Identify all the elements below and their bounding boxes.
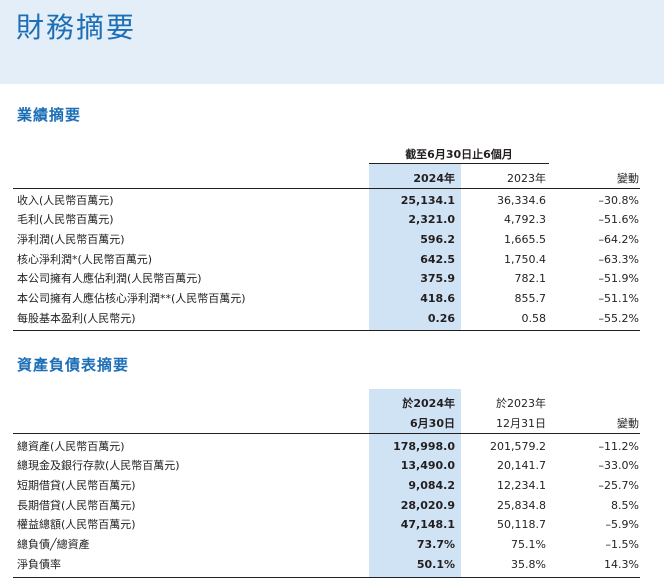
value-prior: 75.1%	[511, 538, 546, 551]
bal-header-rule	[13, 433, 640, 434]
value-current: 73.7%	[416, 538, 455, 551]
value-current: 28,020.9	[400, 499, 455, 512]
bal-col-current-line1: 於2024年	[402, 397, 455, 410]
value-prior: 1,665.5	[504, 233, 546, 246]
value-prior: 1,750.4	[504, 253, 546, 266]
value-change: –1.5%	[605, 538, 639, 551]
page-title: 財務摘要	[16, 11, 137, 44]
row-label: 本公司擁有人應佔利潤(人民幣百萬元)	[17, 272, 202, 285]
row-label: 總資產(人民幣百萬元)	[17, 440, 125, 453]
value-current: 2,321.0	[408, 213, 455, 226]
value-current: 9,084.2	[408, 479, 455, 492]
value-prior: 25,834.8	[497, 499, 546, 512]
value-change: –55.2%	[598, 312, 639, 325]
value-prior: 201,579.2	[490, 440, 546, 453]
value-prior: 20,141.7	[497, 459, 546, 472]
row-label: 本公司擁有人應佔核心淨利潤**(人民幣百萬元)	[17, 292, 246, 305]
value-change: –63.3%	[598, 253, 639, 266]
value-current: 375.9	[420, 272, 455, 285]
value-change: –11.2%	[598, 440, 639, 453]
row-label: 權益總額(人民幣百萬元)	[17, 518, 136, 531]
balance-section-title: 資產負債表摘要	[17, 356, 130, 374]
perf-col-prior: 2023年	[507, 172, 546, 185]
value-change: –51.1%	[598, 292, 639, 305]
period-header: 截至6月30日止6個月	[405, 148, 513, 161]
row-label: 短期借貸(人民幣百萬元)	[17, 479, 136, 492]
row-label: 毛利(人民幣百萬元)	[17, 213, 114, 226]
value-prior: 36,334.6	[497, 194, 546, 207]
row-label: 總負債╱總資產	[17, 538, 90, 551]
perf-col-change: 變動	[617, 172, 639, 185]
row-label: 總現金及銀行存款(人民幣百萬元)	[17, 459, 180, 472]
value-prior: 4,792.3	[504, 213, 546, 226]
row-label: 淨利潤(人民幣百萬元)	[17, 233, 125, 246]
bal-col-current-line2: 6月30日	[410, 417, 455, 430]
value-current: 13,490.0	[400, 459, 455, 472]
value-prior: 50,118.7	[497, 518, 546, 531]
value-current: 642.5	[420, 253, 455, 266]
bal-col-prior-line1: 於2023年	[496, 397, 546, 410]
value-current: 178,998.0	[393, 440, 455, 453]
perf-bottom-rule	[13, 330, 640, 331]
value-current: 47,148.1	[400, 518, 455, 531]
value-change: 14.3%	[604, 558, 639, 571]
row-label: 長期借貸(人民幣百萬元)	[17, 499, 136, 512]
row-label: 收入(人民幣百萬元)	[17, 194, 114, 207]
value-change: –30.8%	[598, 194, 639, 207]
row-label: 核心淨利潤*(人民幣百萬元)	[17, 253, 153, 266]
bal-col-prior-line2: 12月31日	[496, 417, 546, 430]
value-prior: 782.1	[514, 272, 547, 285]
value-prior: 12,234.1	[497, 479, 546, 492]
perf-header-rule	[13, 188, 640, 189]
value-change: –25.7%	[598, 479, 639, 492]
value-prior: 35.8%	[511, 558, 546, 571]
bal-bottom-rule	[13, 577, 640, 578]
value-change: –33.0%	[598, 459, 639, 472]
bal-col-change: 變動	[617, 417, 639, 430]
performance-section-title: 業績摘要	[17, 106, 82, 124]
value-change: –51.9%	[598, 272, 639, 285]
value-prior: 855.7	[514, 292, 547, 305]
value-change: –51.6%	[598, 213, 639, 226]
row-label: 淨負債率	[17, 558, 61, 571]
value-current: 418.6	[420, 292, 455, 305]
value-change: –64.2%	[598, 233, 639, 246]
value-current: 50.1%	[416, 558, 455, 571]
value-current: 596.2	[420, 233, 455, 246]
value-change: –5.9%	[605, 518, 639, 531]
value-current: 0.26	[427, 312, 455, 325]
perf-col-current: 2024年	[413, 172, 455, 185]
value-change: 8.5%	[611, 499, 639, 512]
value-current: 25,134.1	[400, 194, 455, 207]
row-label: 每股基本盈利(人民幣元)	[17, 312, 136, 325]
value-prior: 0.58	[521, 312, 547, 325]
period-header-rule	[369, 163, 549, 164]
